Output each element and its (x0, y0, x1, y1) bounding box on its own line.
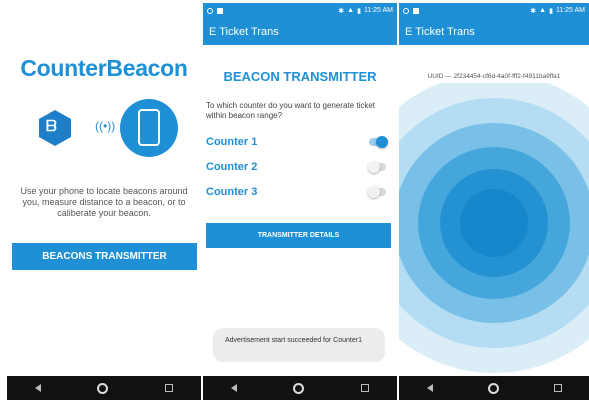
bluetooth-icon: ✱ (530, 7, 537, 15)
toast-message: Advertisement start succeeded for Counte… (213, 328, 385, 362)
android-nav-bar (399, 376, 589, 400)
home-icon[interactable] (487, 382, 499, 394)
counter-2-label: Counter 2 (206, 161, 258, 173)
counter-3-row[interactable]: Counter 3 (206, 184, 386, 200)
counter-3-label: Counter 3 (206, 186, 258, 198)
home-screen: CounterBeacon ᗷ ((•)) Use your phone to … (7, 3, 201, 400)
status-bar: ✱ ▲ ▮ 11:25 AM (203, 3, 397, 18)
app-bar-title: E Ticket Trans (399, 18, 589, 45)
status-bar: ✱ ▲ ▮ 11:25 AM (399, 3, 589, 18)
counter-1-toggle[interactable] (369, 136, 388, 148)
counter-question: To which counter do you want to generate… (206, 101, 375, 120)
uuid-label: UUID --- 2f234454-cf6d-4a0f-fff2-f4911ba… (427, 73, 561, 80)
status-time: 11:25 AM (555, 7, 585, 14)
signal-icon: ▲ (539, 7, 547, 14)
image-notification-icon (413, 7, 419, 14)
app-bar-title: E Ticket Trans (203, 18, 397, 45)
battery-icon: ▮ (549, 7, 553, 15)
beacons-transmitter-button[interactable]: BEACONS TRANSMITTER (12, 243, 197, 270)
android-nav-bar (7, 376, 201, 400)
app-title: CounterBeacon (20, 55, 188, 81)
transmitter-details-button[interactable]: TRANSMITTER DETAILS (206, 223, 391, 248)
recents-icon[interactable] (553, 384, 562, 392)
recents-icon[interactable] (360, 384, 369, 392)
beacon-glyph-icon: ᗷ (46, 118, 57, 135)
screenshot-collage: CounterBeacon ᗷ ((•)) Use your phone to … (0, 0, 589, 403)
counter-2-toggle[interactable] (368, 161, 386, 173)
app-description: Use your phone to locate beacons around … (20, 186, 188, 218)
counter-3-toggle[interactable] (368, 186, 386, 198)
notification-icon (207, 7, 213, 14)
back-icon[interactable] (426, 384, 433, 392)
smartphone-icon (138, 109, 160, 146)
home-icon[interactable] (293, 382, 305, 394)
page-title: BEACON TRANSMITTER (223, 69, 377, 84)
transmitter-screen: ✱ ▲ ▮ 11:25 AM E Ticket Trans BEACON TRA… (203, 3, 397, 400)
status-time: 11:25 AM (363, 7, 393, 14)
counter-1-row[interactable]: Counter 1 (206, 134, 388, 150)
recents-icon[interactable] (164, 384, 173, 392)
android-nav-bar (203, 376, 397, 400)
notification-icon (403, 7, 409, 14)
battery-icon: ▮ (357, 7, 361, 15)
counter-1-label: Counter 1 (206, 136, 258, 148)
transmitter-details-screen: ✱ ▲ ▮ 11:25 AM E Ticket Trans UUID --- 2… (399, 3, 589, 400)
signal-icon: ▲ (347, 7, 355, 14)
beacon-ripple-animation (399, 83, 589, 373)
counter-2-row[interactable]: Counter 2 (206, 159, 386, 175)
bluetooth-icon: ✱ (338, 7, 345, 15)
image-notification-icon (217, 7, 223, 14)
ripple-ring-6 (460, 189, 528, 257)
back-icon[interactable] (35, 384, 42, 392)
home-icon[interactable] (97, 382, 109, 394)
broadcast-signal-icon: ((•)) (95, 119, 116, 133)
back-icon[interactable] (231, 384, 238, 392)
